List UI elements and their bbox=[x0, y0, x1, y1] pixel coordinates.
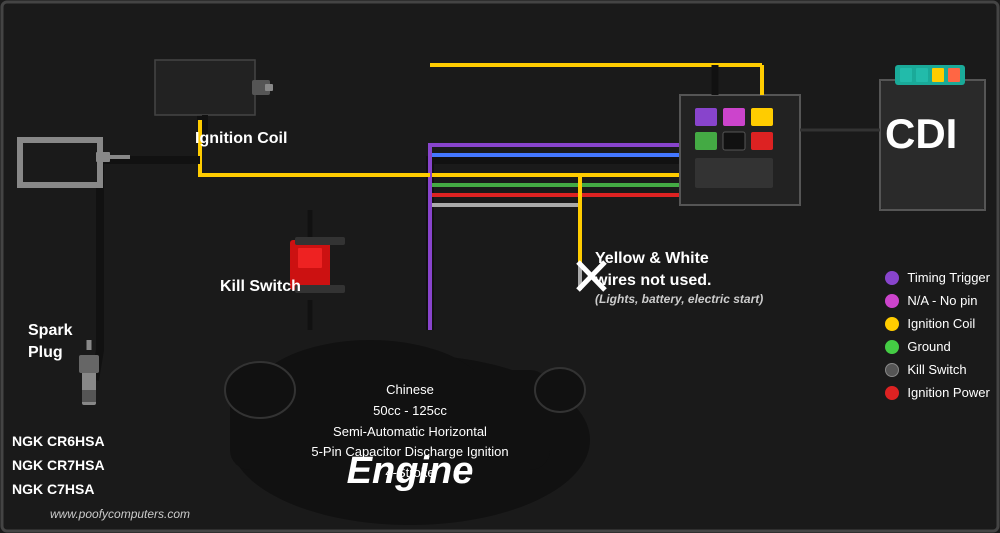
spark-plug-label: SparkPlug bbox=[28, 320, 72, 365]
yellow-white-sublabel: (Lights, battery, electric start) bbox=[595, 292, 763, 306]
kill-switch-label: Kill Switch bbox=[220, 278, 301, 296]
ground-dot bbox=[885, 340, 899, 354]
legend-kill-switch: Kill Switch bbox=[885, 362, 990, 377]
engine-label: Engine bbox=[295, 450, 525, 493]
ignition-coil-legend-label: Ignition Coil bbox=[907, 316, 975, 331]
kill-switch-legend-label: Kill Switch bbox=[907, 362, 966, 377]
legend-timing-trigger: Timing Trigger bbox=[885, 270, 990, 285]
ignition-power-dot bbox=[885, 386, 899, 400]
legend-ignition-coil: Ignition Coil bbox=[885, 316, 990, 331]
legend-ignition-power: Ignition Power bbox=[885, 385, 990, 400]
ngk-label: NGK CR6HSANGK CR7HSANGK C7HSA bbox=[12, 430, 105, 501]
no-pin-dot bbox=[885, 294, 899, 308]
legend-ground: Ground bbox=[885, 339, 990, 354]
yellow-white-label: Yellow & Whitewires not used. bbox=[595, 248, 711, 293]
ignition-coil-label: Ignition Coil bbox=[195, 130, 287, 148]
svg-text:CDI: CDI bbox=[885, 110, 957, 157]
diagram-container: CDI Ignition Coil Kill Switch SparkPlug … bbox=[0, 0, 1000, 533]
website-label: www.poofycomputers.com bbox=[50, 507, 190, 521]
ignition-power-label: Ignition Power bbox=[907, 385, 989, 400]
legend: Timing Trigger N/A - No pin Ignition Coi… bbox=[885, 270, 990, 408]
ignition-coil-dot bbox=[885, 317, 899, 331]
legend-no-pin: N/A - No pin bbox=[885, 293, 990, 308]
kill-switch-dot bbox=[885, 363, 899, 377]
no-pin-label: N/A - No pin bbox=[907, 293, 977, 308]
timing-trigger-label: Timing Trigger bbox=[907, 270, 990, 285]
ground-label: Ground bbox=[907, 339, 950, 354]
timing-trigger-dot bbox=[885, 271, 899, 285]
